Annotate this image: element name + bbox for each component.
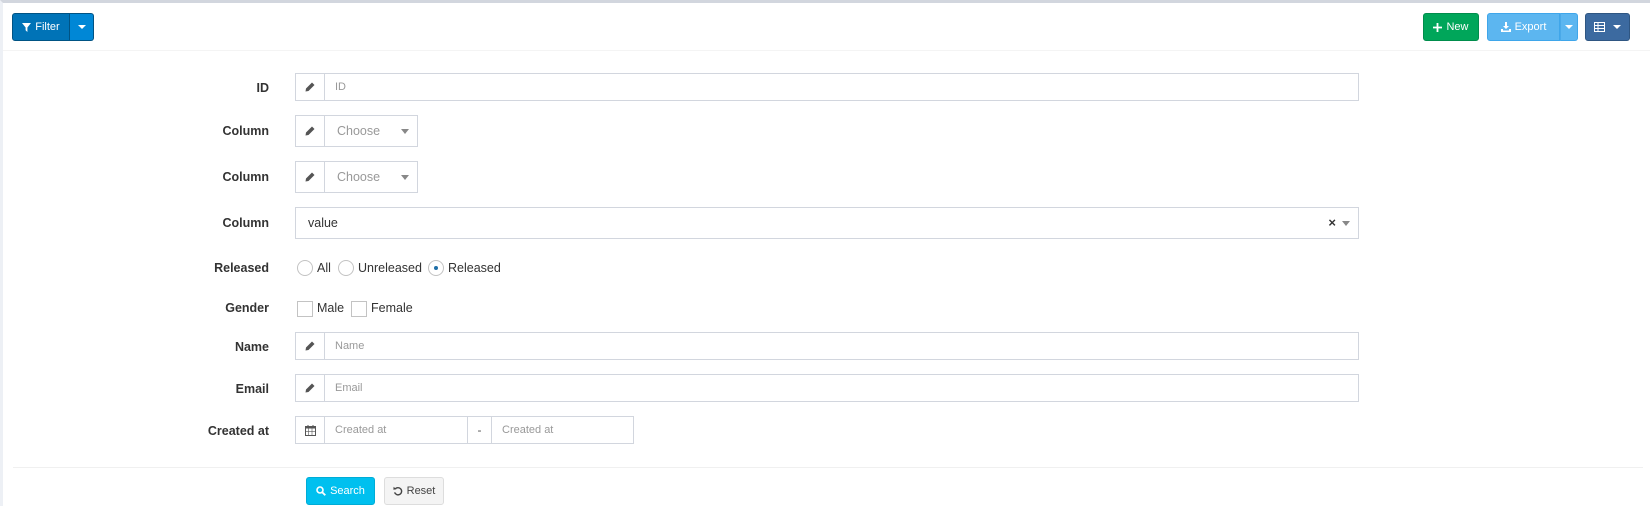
created-at-start-input[interactable]: Created at — [325, 416, 468, 444]
search-button-label: Search — [330, 485, 365, 497]
column-addon-1 — [295, 115, 325, 147]
name-label: Name — [234, 340, 269, 354]
export-dropdown-toggle[interactable] — [1560, 13, 1578, 41]
pencil-icon — [305, 82, 315, 92]
radio-unreleased[interactable] — [338, 260, 354, 276]
email-label: Email — [235, 382, 269, 396]
checkbox-female[interactable] — [351, 301, 367, 317]
calendar-icon — [304, 424, 316, 436]
filter-button-label: Filter — [35, 21, 60, 33]
table-icon — [1594, 22, 1605, 32]
released-label: Released — [214, 261, 269, 275]
created-at-separator: - — [468, 416, 492, 444]
new-button[interactable]: New — [1423, 13, 1479, 41]
column-label-3: Column — [222, 216, 269, 230]
created-at-end-input[interactable]: Created at — [492, 416, 634, 444]
caret-down-icon — [401, 175, 409, 180]
reset-button[interactable]: Reset — [384, 477, 444, 505]
radio-released[interactable] — [428, 260, 444, 276]
gender-label: Gender — [225, 301, 269, 315]
pencil-icon — [305, 341, 315, 351]
checkbox-male[interactable] — [297, 301, 313, 317]
divider — [13, 467, 1643, 468]
name-input[interactable]: Name — [325, 332, 1359, 360]
reset-button-label: Reset — [406, 485, 436, 497]
column-label-2: Column — [222, 170, 269, 184]
caret-down-icon — [1565, 25, 1573, 29]
pencil-icon — [305, 172, 315, 182]
column-select-2[interactable]: Choose — [325, 161, 418, 193]
caret-down-icon — [401, 129, 409, 134]
id-placeholder: ID — [335, 81, 346, 93]
checkbox-male-label: Male — [317, 301, 345, 315]
pencil-icon — [305, 126, 315, 136]
id-label: ID — [256, 81, 270, 95]
separator-text: - — [477, 423, 482, 437]
id-input[interactable]: ID — [325, 73, 1359, 101]
export-button[interactable]: Export — [1487, 13, 1560, 41]
new-button-label: New — [1446, 21, 1469, 33]
radio-released-label: Released — [448, 261, 501, 275]
filter-panel: Filter New Export ID ID Column Choose Co… — [0, 0, 1650, 506]
created-at-end-placeholder: Created at — [502, 424, 554, 436]
export-button-label: Export — [1514, 21, 1547, 33]
toolbar: Filter New Export — [3, 3, 1650, 51]
caret-down-icon — [1613, 25, 1621, 29]
pencil-icon — [305, 383, 315, 393]
email-input[interactable]: Email — [325, 374, 1359, 402]
name-addon — [295, 332, 325, 360]
created-at-start-placeholder: Created at — [335, 424, 387, 436]
column-select-2-value: Choose — [337, 170, 381, 184]
radio-all-label: All — [317, 261, 331, 275]
download-icon — [1500, 22, 1511, 32]
undo-icon — [393, 486, 403, 496]
search-icon — [316, 486, 326, 496]
column-select-3[interactable]: value × — [295, 207, 1359, 239]
caret-down-icon — [1342, 221, 1350, 226]
filter-dropdown-toggle[interactable] — [70, 13, 94, 41]
search-button[interactable]: Search — [306, 477, 375, 505]
filter-icon — [22, 22, 32, 32]
filter-button[interactable]: Filter — [12, 13, 70, 41]
column-select-1[interactable]: Choose — [325, 115, 418, 147]
column-select-1-value: Choose — [337, 124, 381, 138]
clear-icon[interactable]: × — [1328, 215, 1336, 230]
radio-unreleased-label: Unreleased — [358, 261, 422, 275]
column-addon-2 — [295, 161, 325, 193]
checkbox-female-label: Female — [371, 301, 413, 315]
radio-all[interactable] — [297, 260, 313, 276]
column-select-3-value: value — [308, 216, 338, 230]
email-addon — [295, 374, 325, 402]
caret-down-icon — [77, 25, 86, 29]
email-placeholder: Email — [335, 382, 363, 394]
name-placeholder: Name — [335, 340, 365, 352]
id-addon — [295, 73, 325, 101]
column-label-1: Column — [222, 124, 269, 138]
plus-icon — [1433, 22, 1443, 32]
columns-button[interactable] — [1585, 13, 1630, 41]
created-at-label: Created at — [207, 424, 269, 438]
created-at-addon — [295, 416, 325, 444]
